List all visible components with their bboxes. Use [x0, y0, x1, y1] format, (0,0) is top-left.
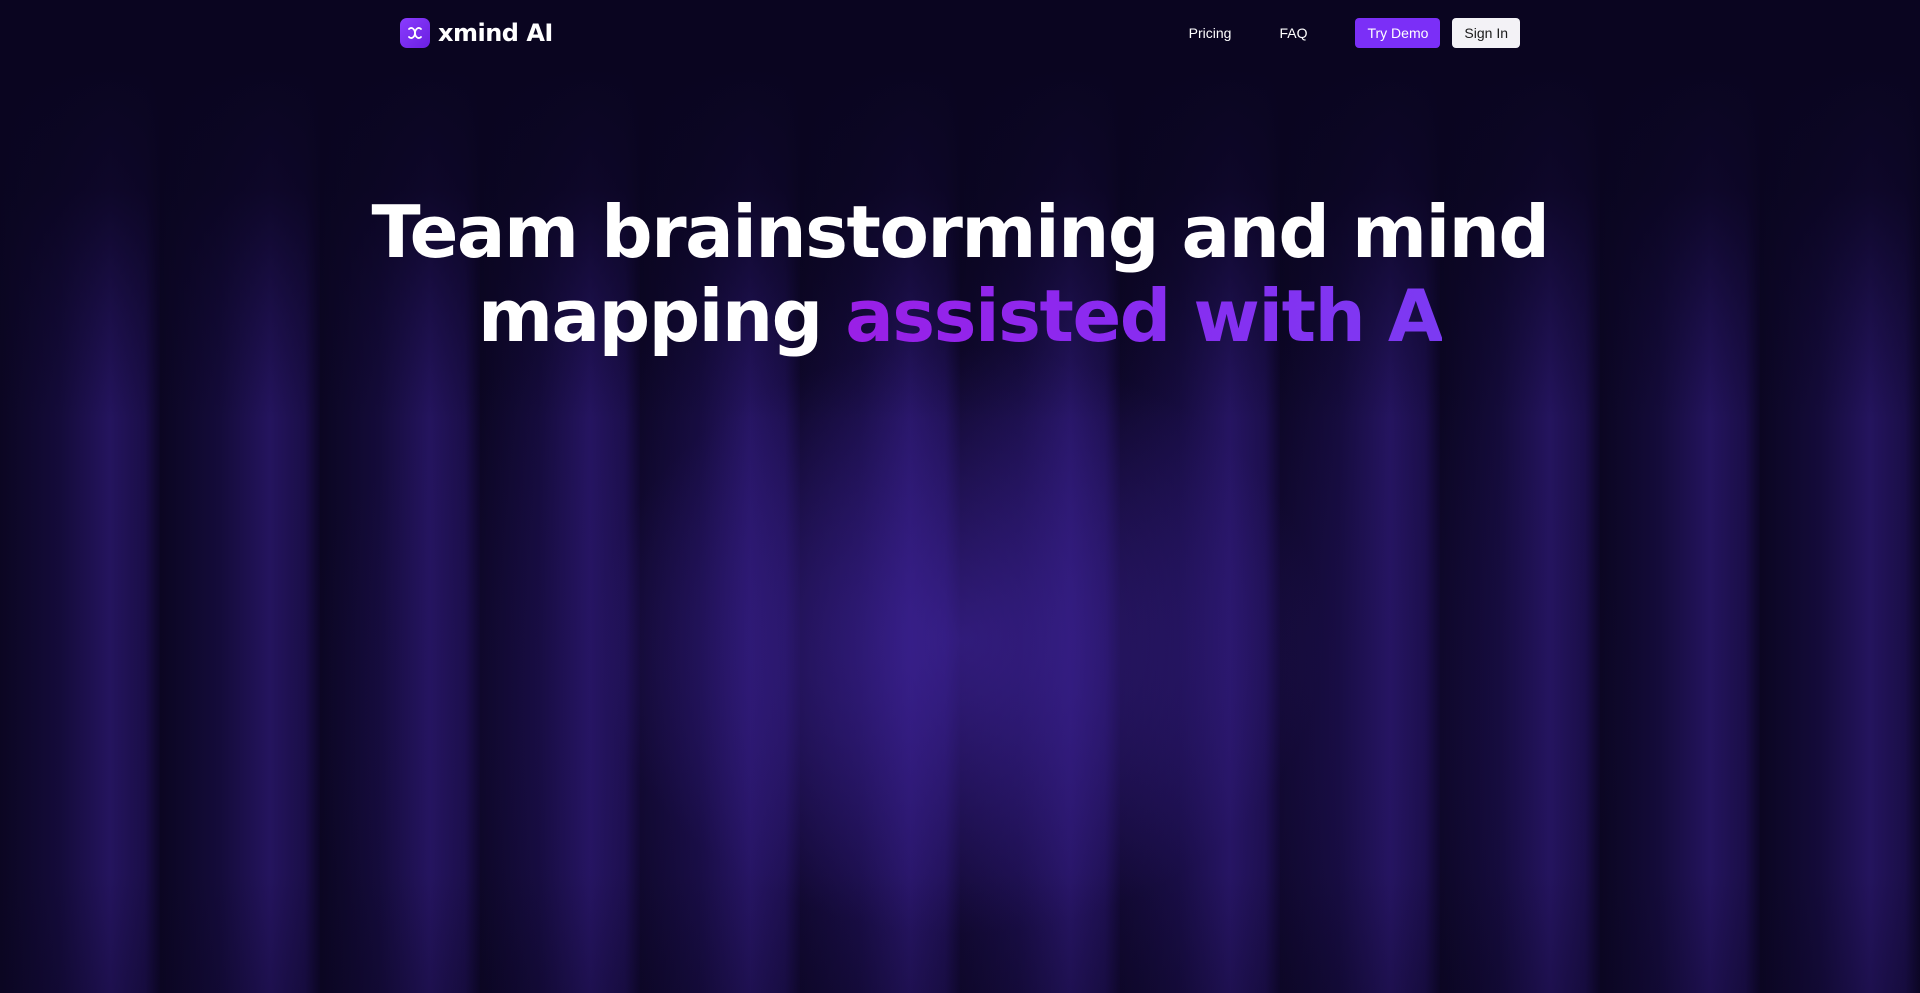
nav-pricing-link[interactable]: Pricing: [1189, 25, 1232, 41]
nav-faq-link[interactable]: FAQ: [1279, 25, 1307, 41]
site-header: xmind AI Pricing FAQ Try Demo Sign In: [400, 18, 1520, 48]
xmind-logo-icon: [400, 18, 430, 48]
background-bottom-fade: [0, 873, 1920, 993]
hero-title-plain: mapping: [477, 274, 846, 358]
hero-section: Team brainstorming and mind mapping assi…: [0, 190, 1920, 358]
hero-title: Team brainstorming and mind mapping assi…: [0, 190, 1920, 358]
try-demo-button[interactable]: Try Demo: [1355, 18, 1441, 48]
hero-title-accent: assisted with A: [845, 274, 1443, 358]
main-nav: Pricing FAQ Try Demo Sign In: [1189, 18, 1520, 48]
brand-name: xmind AI: [438, 19, 553, 47]
landing-page: xmind AI Pricing FAQ Try Demo Sign In Te…: [0, 0, 1920, 993]
hero-title-line-1: Team brainstorming and mind: [371, 190, 1550, 274]
brand-home-link[interactable]: xmind AI: [400, 18, 553, 48]
sign-in-button[interactable]: Sign In: [1452, 18, 1520, 48]
hero-title-line-2: mapping assisted with A: [0, 274, 1920, 358]
